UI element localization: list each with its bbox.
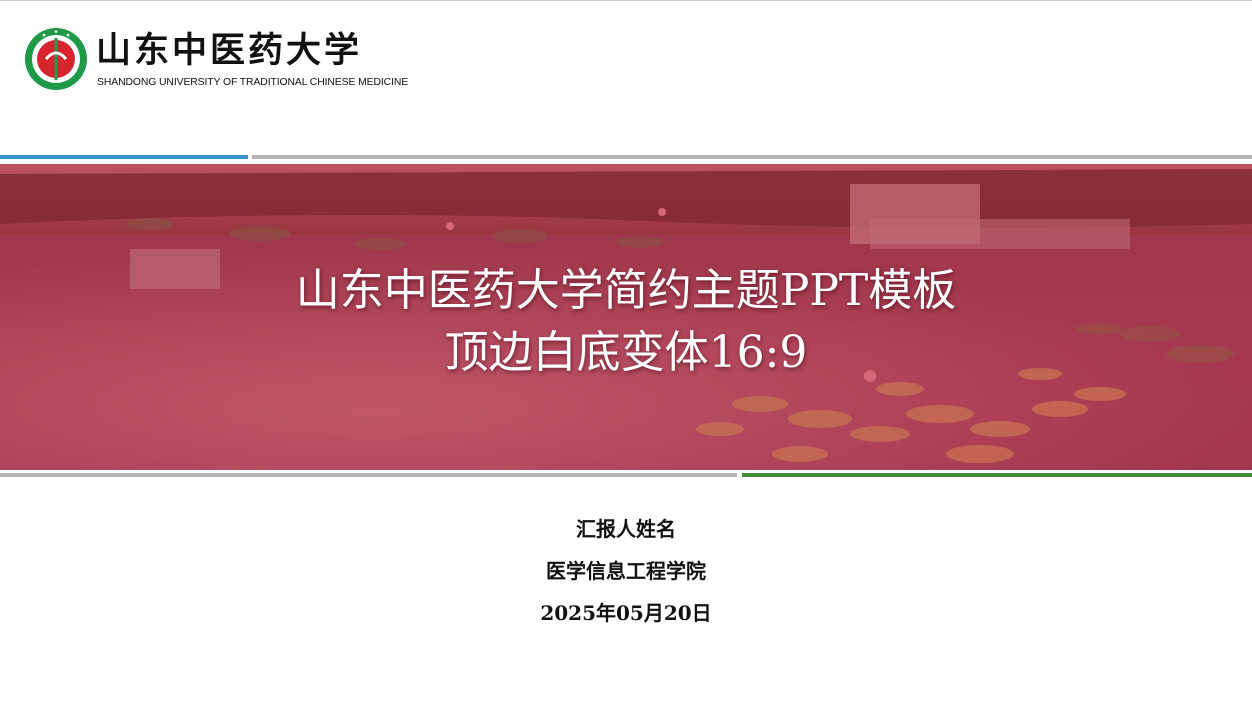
top-divider-blue — [0, 155, 248, 159]
university-seal-icon — [25, 28, 87, 90]
department-name: 医学信息工程学院 — [546, 559, 706, 583]
presentation-date: 2025年05月20日 — [540, 601, 712, 625]
banner-photo: 山东中医药大学简约主题PPT模板 顶边白底变体16:9 — [0, 164, 1252, 470]
bottom-divider-green — [742, 473, 1252, 477]
logo-name-en: SHANDONG UNIVERSITY OF TRADITIONAL CHINE… — [97, 77, 409, 88]
bottom-divider-gray — [0, 473, 737, 477]
slide-title-line2: 顶边白底变体16:9 — [444, 327, 808, 378]
presenter-name: 汇报人姓名 — [576, 517, 676, 541]
top-divider-gray — [252, 155, 1252, 159]
slide-title: 山东中医药大学简约主题PPT模板 顶边白底变体16:9 — [0, 260, 1252, 384]
university-logo: 山东中医药大学 SHANDONG UNIVERSITY OF TRADITION… — [24, 27, 408, 95]
slide-title-line1: 山东中医药大学简约主题PPT模板 — [295, 265, 957, 316]
logo-name-cn: 山东中医药大学 — [96, 30, 363, 71]
slide: 山东中医药大学 SHANDONG UNIVERSITY OF TRADITION… — [0, 0, 1252, 706]
top-border — [0, 0, 1252, 1]
